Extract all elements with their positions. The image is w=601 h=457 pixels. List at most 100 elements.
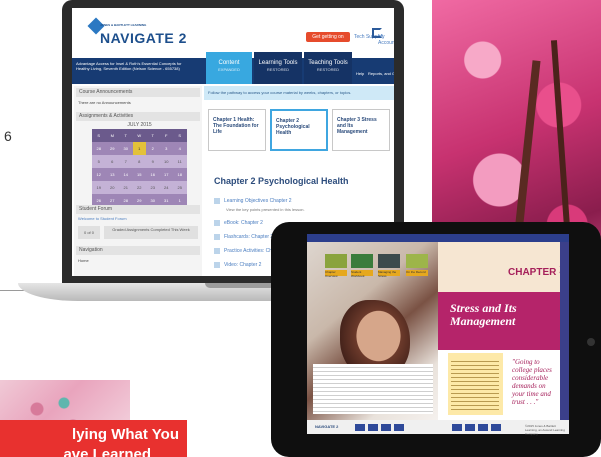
calendar-day[interactable]: 30: [119, 142, 133, 155]
tab-learning-tools[interactable]: Learning Tools RESTORED: [254, 52, 302, 84]
navigation-home[interactable]: Home: [78, 258, 89, 263]
calendar-day[interactable]: 15: [132, 168, 146, 181]
bookmark-icon[interactable]: [381, 424, 391, 431]
calendar-day[interactable]: 16: [146, 168, 160, 181]
calendar-day[interactable]: 28: [92, 142, 106, 155]
list-item[interactable]: Learning Objectives Chapter 2: [214, 196, 334, 206]
item-icon: [214, 247, 220, 254]
calendar-day[interactable]: 10: [159, 155, 173, 168]
laptop-notch: [205, 283, 275, 288]
calendar-day[interactable]: 14: [119, 168, 133, 181]
item-label: Flashcards: Chapter 2: [224, 234, 274, 240]
chapter-card[interactable]: Chapter 3 Stress and Its Management: [332, 109, 390, 151]
calendar-day[interactable]: 4: [173, 142, 187, 155]
reports-link[interactable]: Reports, and Grades: [368, 71, 394, 76]
zoom-icon[interactable]: [478, 424, 488, 431]
tab-label: Content: [218, 60, 240, 66]
calendar-weekday: M: [105, 129, 119, 142]
calendar-day[interactable]: 1: [132, 142, 146, 155]
thumbnail-label: Student Workbook: [351, 270, 373, 278]
tab-label: Teaching Tools: [308, 60, 348, 66]
forum-link[interactable]: Welcome to Student Forum: [78, 216, 127, 221]
item-icon: [214, 219, 220, 226]
chapter-label: CHAPTER: [508, 267, 557, 278]
graded-label: Graded Assignments Completed This Week: [104, 226, 198, 239]
calendar-grid: S M T W T F S 28 29 30 1 2 3 4 5 6 7 8 9 10 11 12 13 14 15 16 17 18…: [92, 129, 187, 207]
calendar-day[interactable]: 12: [92, 168, 106, 181]
calendar-day[interactable]: 6: [105, 155, 119, 168]
banner-line-2: ave Learned: [63, 446, 151, 457]
calendar-weekday: W: [132, 129, 146, 142]
logout-icon[interactable]: [372, 28, 382, 38]
forum-header: Student Forum: [76, 205, 200, 214]
graded-count: 0 of 0: [78, 226, 100, 239]
navigate-logo[interactable]: NAVIGATE 2: [100, 30, 187, 46]
calendar-day[interactable]: 11: [173, 155, 187, 168]
calendar-day[interactable]: 22: [132, 181, 146, 194]
calendar-day[interactable]: 2: [146, 142, 160, 155]
calendar-day[interactable]: 8: [132, 155, 146, 168]
objectives-lines: [451, 358, 499, 410]
body-text-lines: [313, 364, 433, 414]
tab-content[interactable]: Content EXPANDED: [206, 52, 252, 84]
announcements-text: There are no Announcements: [78, 100, 131, 105]
calendar-weekday: T: [119, 129, 133, 142]
calendar-day[interactable]: 13: [105, 168, 119, 181]
prev-page-icon[interactable]: [368, 424, 378, 431]
chapter-card[interactable]: Chapter 1 Health: The Foundation for Lif…: [208, 109, 266, 151]
ebook-topbar: [307, 234, 569, 242]
pathway-hint: Follow the pathway to access your course…: [204, 86, 394, 100]
calendar-day[interactable]: 7: [119, 155, 133, 168]
tab-label: Learning Tools: [258, 60, 298, 66]
tab-sub: RESTORED: [316, 67, 340, 72]
chapter-card-selected[interactable]: Chapter 2 Psychological Health: [270, 109, 328, 151]
calendar-weekday: F: [159, 129, 173, 142]
help-link[interactable]: Help: [356, 71, 364, 76]
search-icon[interactable]: [465, 424, 475, 431]
item-icon: [214, 197, 220, 204]
calendar-day[interactable]: 29: [105, 142, 119, 155]
calendar-day[interactable]: 17: [159, 168, 173, 181]
item-label: Video: Chapter 2: [224, 262, 262, 268]
assignments-header: Assignments & Activities: [76, 112, 200, 121]
calendar-day[interactable]: 20: [105, 181, 119, 194]
thumbnail-image[interactable]: [378, 254, 400, 268]
calendar-day[interactable]: 23: [146, 181, 160, 194]
chapter-quote: "Going to college places considerable de…: [512, 358, 552, 406]
calendar-day[interactable]: 19: [92, 181, 106, 194]
calendar-day[interactable]: 5: [92, 155, 106, 168]
get-help-button[interactable]: Get getting on: [306, 32, 350, 42]
calendar-day[interactable]: 25: [173, 181, 187, 194]
tab-sub: EXPANDED: [218, 67, 240, 72]
thumbnail-image[interactable]: [325, 254, 347, 268]
thumbnail-label: On the Record: [406, 270, 428, 276]
tab-sub: RESTORED: [266, 67, 290, 72]
highlight-icon[interactable]: [491, 424, 501, 431]
item-icon: [214, 261, 220, 268]
calendar-day[interactable]: 3: [159, 142, 173, 155]
promo-banner: lying What You ave Learned: [0, 420, 187, 457]
announcements-header: Course Announcements: [76, 88, 200, 97]
course-title: Advantage Access for Insel & Roth's Esse…: [76, 61, 182, 71]
item-label: Learning Objectives Chapter 2: [224, 198, 292, 204]
thumbnail-label: Managing the Stress: [378, 270, 400, 278]
first-page-icon[interactable]: [355, 424, 365, 431]
calendar-day[interactable]: 18: [173, 168, 187, 181]
calendar-weekday: T: [146, 129, 160, 142]
thumbnail-image[interactable]: [406, 254, 428, 268]
tab-teaching-tools[interactable]: Teaching Tools RESTORED: [304, 52, 352, 84]
item-label: eBook: Chapter 2: [224, 220, 263, 226]
home-button-icon[interactable]: [587, 338, 595, 346]
item-description: View the key points presented in this le…: [226, 207, 305, 212]
toc-icon[interactable]: [394, 424, 404, 431]
calendar-day[interactable]: 21: [119, 181, 133, 194]
calendar-day[interactable]: 9: [146, 155, 160, 168]
section-heading: Chapter 2 Psychological Health: [214, 176, 349, 186]
navigation-header: Navigation: [76, 246, 200, 255]
calendar-day[interactable]: 24: [159, 181, 173, 194]
thumbnail-image[interactable]: [351, 254, 373, 268]
chapter-title-line-2: Management: [450, 314, 516, 328]
ebook-side-strip[interactable]: [560, 242, 569, 420]
banner-line-1: lying What You: [72, 426, 179, 443]
next-page-icon[interactable]: [452, 424, 462, 431]
